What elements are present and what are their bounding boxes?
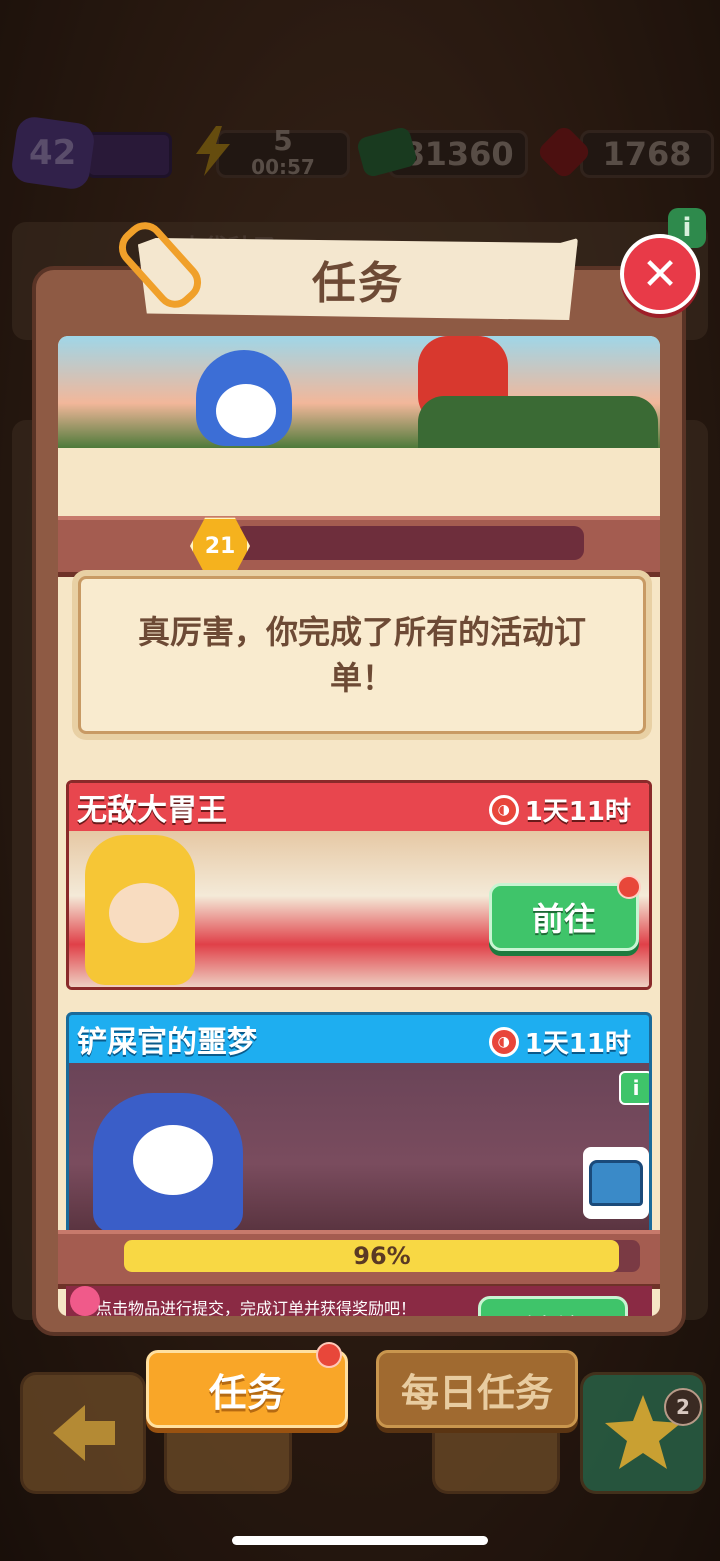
info-icon[interactable]: i (619, 1071, 649, 1105)
event-banner-art (58, 336, 660, 448)
go-button-label: 前往 (521, 1307, 585, 1316)
quest-title: 无敌大胃王 (77, 793, 227, 828)
quest-timer: ◑ 1天11时 (488, 791, 631, 828)
clock-icon: ◑ (488, 794, 519, 825)
modal-title-banner: 任务 (138, 238, 578, 320)
tab-daily-tasks-label: 每日任务 (400, 1370, 553, 1415)
notification-dot (316, 1342, 342, 1368)
tab-tasks-label: 任务 (208, 1370, 285, 1415)
quest-title: 铲屎官的噩梦 (77, 1025, 257, 1060)
quest-hint-row: 点击物品进行提交，完成订单并获得奖励吧！ 前往 (66, 1286, 652, 1316)
quest-card: 无敌大胃王 ◑ 1天11时 前往 (66, 780, 652, 990)
quest-card-header: 铲屎官的噩梦 ◑ 1天11时 (69, 1015, 649, 1063)
quest-hint: 点击物品进行提交，完成订单并获得奖励吧！ (96, 1299, 417, 1316)
cat-face (133, 1125, 213, 1195)
event-progress-bar (234, 526, 584, 560)
home-indicator[interactable] (232, 1536, 488, 1545)
star-badge: 2 (664, 1388, 702, 1426)
quest-card-header: 无敌大胃王 ◑ 1天11时 (69, 783, 649, 831)
go-button[interactable]: 前往 (478, 1296, 628, 1316)
chest-reward-icon[interactable] (583, 1147, 649, 1219)
quest-timer: ◑ 1天11时 (488, 1023, 631, 1060)
cat-face (216, 384, 276, 438)
go-button-label: 前往 (531, 900, 596, 938)
notification-dot (617, 875, 641, 899)
quest-timer-text: 1天11时 (524, 1029, 631, 1059)
quest-progress-label: 96% (353, 1242, 411, 1270)
modal-content: 21 真厉害，你完成了所有的活动订单！ 无敌大胃王 ◑ 1天11时 前往 铲屎官… (58, 336, 660, 1316)
all-done-message: 真厉害，你完成了所有的活动订单！ (137, 613, 586, 697)
task-modal: 21 真厉害，你完成了所有的活动订单！ 无敌大胃王 ◑ 1天11时 前往 铲屎官… (32, 266, 686, 1336)
close-icon: ✕ (641, 248, 679, 300)
clock-icon: ◑ (488, 1026, 519, 1057)
arrow-left-icon (53, 1405, 115, 1461)
go-button[interactable]: 前往 (489, 883, 639, 951)
all-done-message-box: 真厉害，你完成了所有的活动订单！ (78, 576, 646, 734)
mascot-face (109, 883, 179, 943)
chest-icon (589, 1160, 643, 1206)
close-button[interactable]: ✕ (620, 234, 700, 314)
tab-daily-tasks[interactable]: 每日任务 (376, 1350, 578, 1428)
back-arrow-button[interactable] (20, 1372, 146, 1494)
plants-decoration (418, 396, 658, 448)
quest-timer-text: 1天11时 (524, 797, 631, 827)
event-level: 21 (204, 533, 236, 559)
modal-title: 任务 (312, 258, 404, 309)
